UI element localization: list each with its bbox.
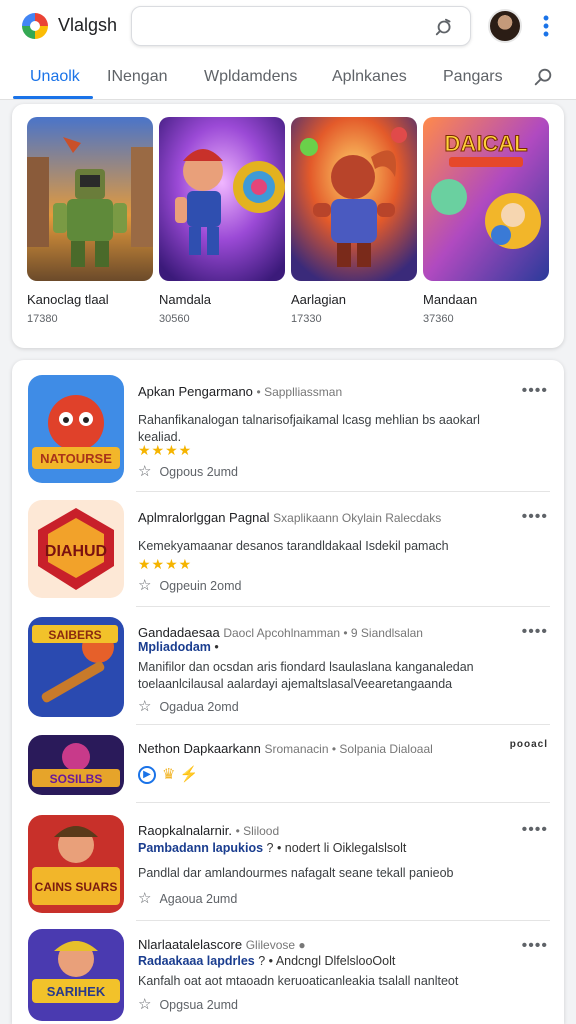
app-icon[interactable]: NATOURSE — [28, 375, 124, 483]
featured-title: Kanoclag tlaal — [27, 292, 109, 307]
divider — [136, 724, 550, 725]
active-tab-indicator — [13, 96, 93, 99]
featured-carousel: Kanoclag tlaal 17380 Namdala 30560 Aarla… — [12, 104, 564, 348]
featured-item[interactable]: Namdala 30560 — [159, 117, 285, 325]
app-meta: ☆ Opgsua 2umd — [138, 996, 238, 1013]
star-outline-icon[interactable]: ☆ — [138, 463, 151, 480]
more-options-icon[interactable]: •••• — [522, 623, 548, 641]
rating-stars: ★★★★ — [138, 442, 193, 458]
app-meta: ☆ Ogpous 2umd — [138, 463, 238, 480]
featured-item[interactable]: Kanoclag tlaal 17380 — [27, 117, 153, 325]
tab-wpldamdens[interactable]: Wpldamdens — [204, 68, 297, 86]
featured-count: 37360 — [423, 313, 454, 325]
app-description: Kanfalh oat aot mtaoadn keruoaticanleaki… — [138, 974, 459, 988]
top-app-bar: Vlalgsh • • • — [0, 0, 576, 54]
app-icon[interactable]: CAINS SUARS — [28, 815, 124, 913]
bolt-icon: ⚡ — [179, 766, 199, 783]
more-options-icon[interactable]: •••• — [522, 821, 548, 839]
app-icon[interactable]: SARIHEK — [28, 929, 124, 1021]
app-list: NATOURSE Apkan Pengarmano • Sapplliassma… — [12, 360, 564, 1024]
app-icon-text: SAIBERS — [48, 628, 101, 642]
featured-title: Aarlagian — [291, 292, 346, 307]
divider — [136, 491, 550, 492]
app-logo-icon[interactable] — [22, 13, 48, 39]
featured-count: 30560 — [159, 313, 190, 325]
search-input[interactable] — [131, 6, 471, 46]
play-circle-icon[interactable]: ▶ — [138, 766, 156, 785]
developer-name[interactable]: Pambadann lapukios ? • nodert li Oiklega… — [138, 841, 406, 855]
featured-item[interactable]: Aarlagian 17330 — [291, 117, 417, 325]
app-description: Kemekyamaanar desanos tarandldakaal Isde… — [138, 539, 449, 553]
divider — [136, 802, 550, 803]
more-options-icon[interactable]: •••• — [522, 508, 548, 526]
developer-name[interactable]: Radaakaaa lapdrles ? • Andcngl Dlfelsloo… — [138, 954, 395, 968]
featured-item[interactable]: DAICAL Mandaan 37360 — [423, 117, 549, 325]
divider — [136, 920, 550, 921]
search-icon[interactable] — [434, 16, 456, 38]
tab-aplnkanes[interactable]: Aplnkanes — [332, 68, 407, 86]
divider — [136, 606, 550, 607]
category-tabs: Unaolk INengan Wpldamdens Aplnkanes Pang… — [0, 54, 576, 100]
more-options-icon[interactable]: •••• — [522, 382, 548, 400]
game-artwork-space[interactable]: DAICAL — [423, 117, 549, 281]
featured-count: 17330 — [291, 313, 322, 325]
tab-inengan[interactable]: INengan — [107, 68, 168, 86]
app-description: Pandlal dar amlandourmes nafagalt seane … — [138, 866, 454, 880]
more-options-icon[interactable]: •••• — [522, 937, 548, 955]
search-icon[interactable] — [532, 66, 554, 88]
app-icon[interactable]: SAIBERS — [28, 617, 124, 717]
star-outline-icon[interactable]: ☆ — [138, 996, 151, 1013]
app-icon-text: DIAHUD — [45, 543, 107, 560]
tab-pangars[interactable]: Pangars — [443, 68, 503, 86]
app-meta: ☆ Ogpeuin 2omd — [138, 577, 242, 594]
star-outline-icon[interactable]: ☆ — [138, 577, 151, 594]
app-title[interactable]: Gandadaesaa Daocl Apcohlnamman • 9 Siand… — [138, 625, 423, 640]
featured-title: Namdala — [159, 292, 212, 307]
app-title: Vlalgsh — [58, 15, 118, 35]
app-title[interactable]: Aplmralorlggan Pagnal Sxaplikaann Okylai… — [138, 510, 441, 525]
rating-stars: ★★★★ — [138, 556, 193, 572]
avatar[interactable] — [488, 9, 522, 43]
featured-count: 17380 — [27, 313, 58, 325]
app-icon[interactable]: SOSILBS — [28, 735, 124, 795]
app-title[interactable]: Nlarlaatalelascore Glilevose ● — [138, 937, 306, 952]
app-meta: ☆ Agaoua 2umd — [138, 890, 238, 907]
app-icon-text: SOSILBS — [50, 772, 103, 786]
game-logo-text: DAICAL — [444, 131, 527, 156]
app-description: Rahanfikanalogan talnarisofjaikamal lcas… — [138, 413, 480, 444]
app-icon[interactable]: DIAHUD — [28, 500, 124, 598]
tab-unaolk[interactable]: Unaolk — [30, 68, 80, 86]
status-badge: pooacl — [509, 739, 548, 750]
game-artwork-robot[interactable] — [27, 117, 153, 281]
app-icon-text: SARIHEK — [47, 984, 106, 999]
featured-title: Mandaan — [423, 292, 478, 307]
app-icon-text: CAINS SUARS — [35, 880, 118, 894]
star-outline-icon[interactable]: ☆ — [138, 890, 151, 907]
app-meta: ☆ Ogadua 2omd — [138, 698, 239, 715]
star-outline-icon[interactable]: ☆ — [138, 698, 151, 715]
app-title[interactable]: Raopkalnalarnir. • Slilood — [138, 823, 279, 838]
developer-name[interactable]: Mpliadodam • — [138, 640, 219, 654]
more-vert-icon[interactable]: • • • — [538, 9, 554, 43]
app-description: Manifilor dan ocsdan aris fiondard lsaul… — [138, 660, 474, 691]
feature-badges: ▶ ♛ ⚡ — [138, 765, 199, 785]
app-icon-text: NATOURSE — [40, 451, 112, 466]
game-artwork-beast[interactable] — [291, 117, 417, 281]
crown-icon: ♛ — [162, 766, 176, 783]
game-artwork-hero[interactable] — [159, 117, 285, 281]
app-title[interactable]: Apkan Pengarmano • Sapplliassman — [138, 384, 342, 399]
app-title[interactable]: Nethon Dapkaarkann Sromanacin • Solpania… — [138, 741, 433, 756]
